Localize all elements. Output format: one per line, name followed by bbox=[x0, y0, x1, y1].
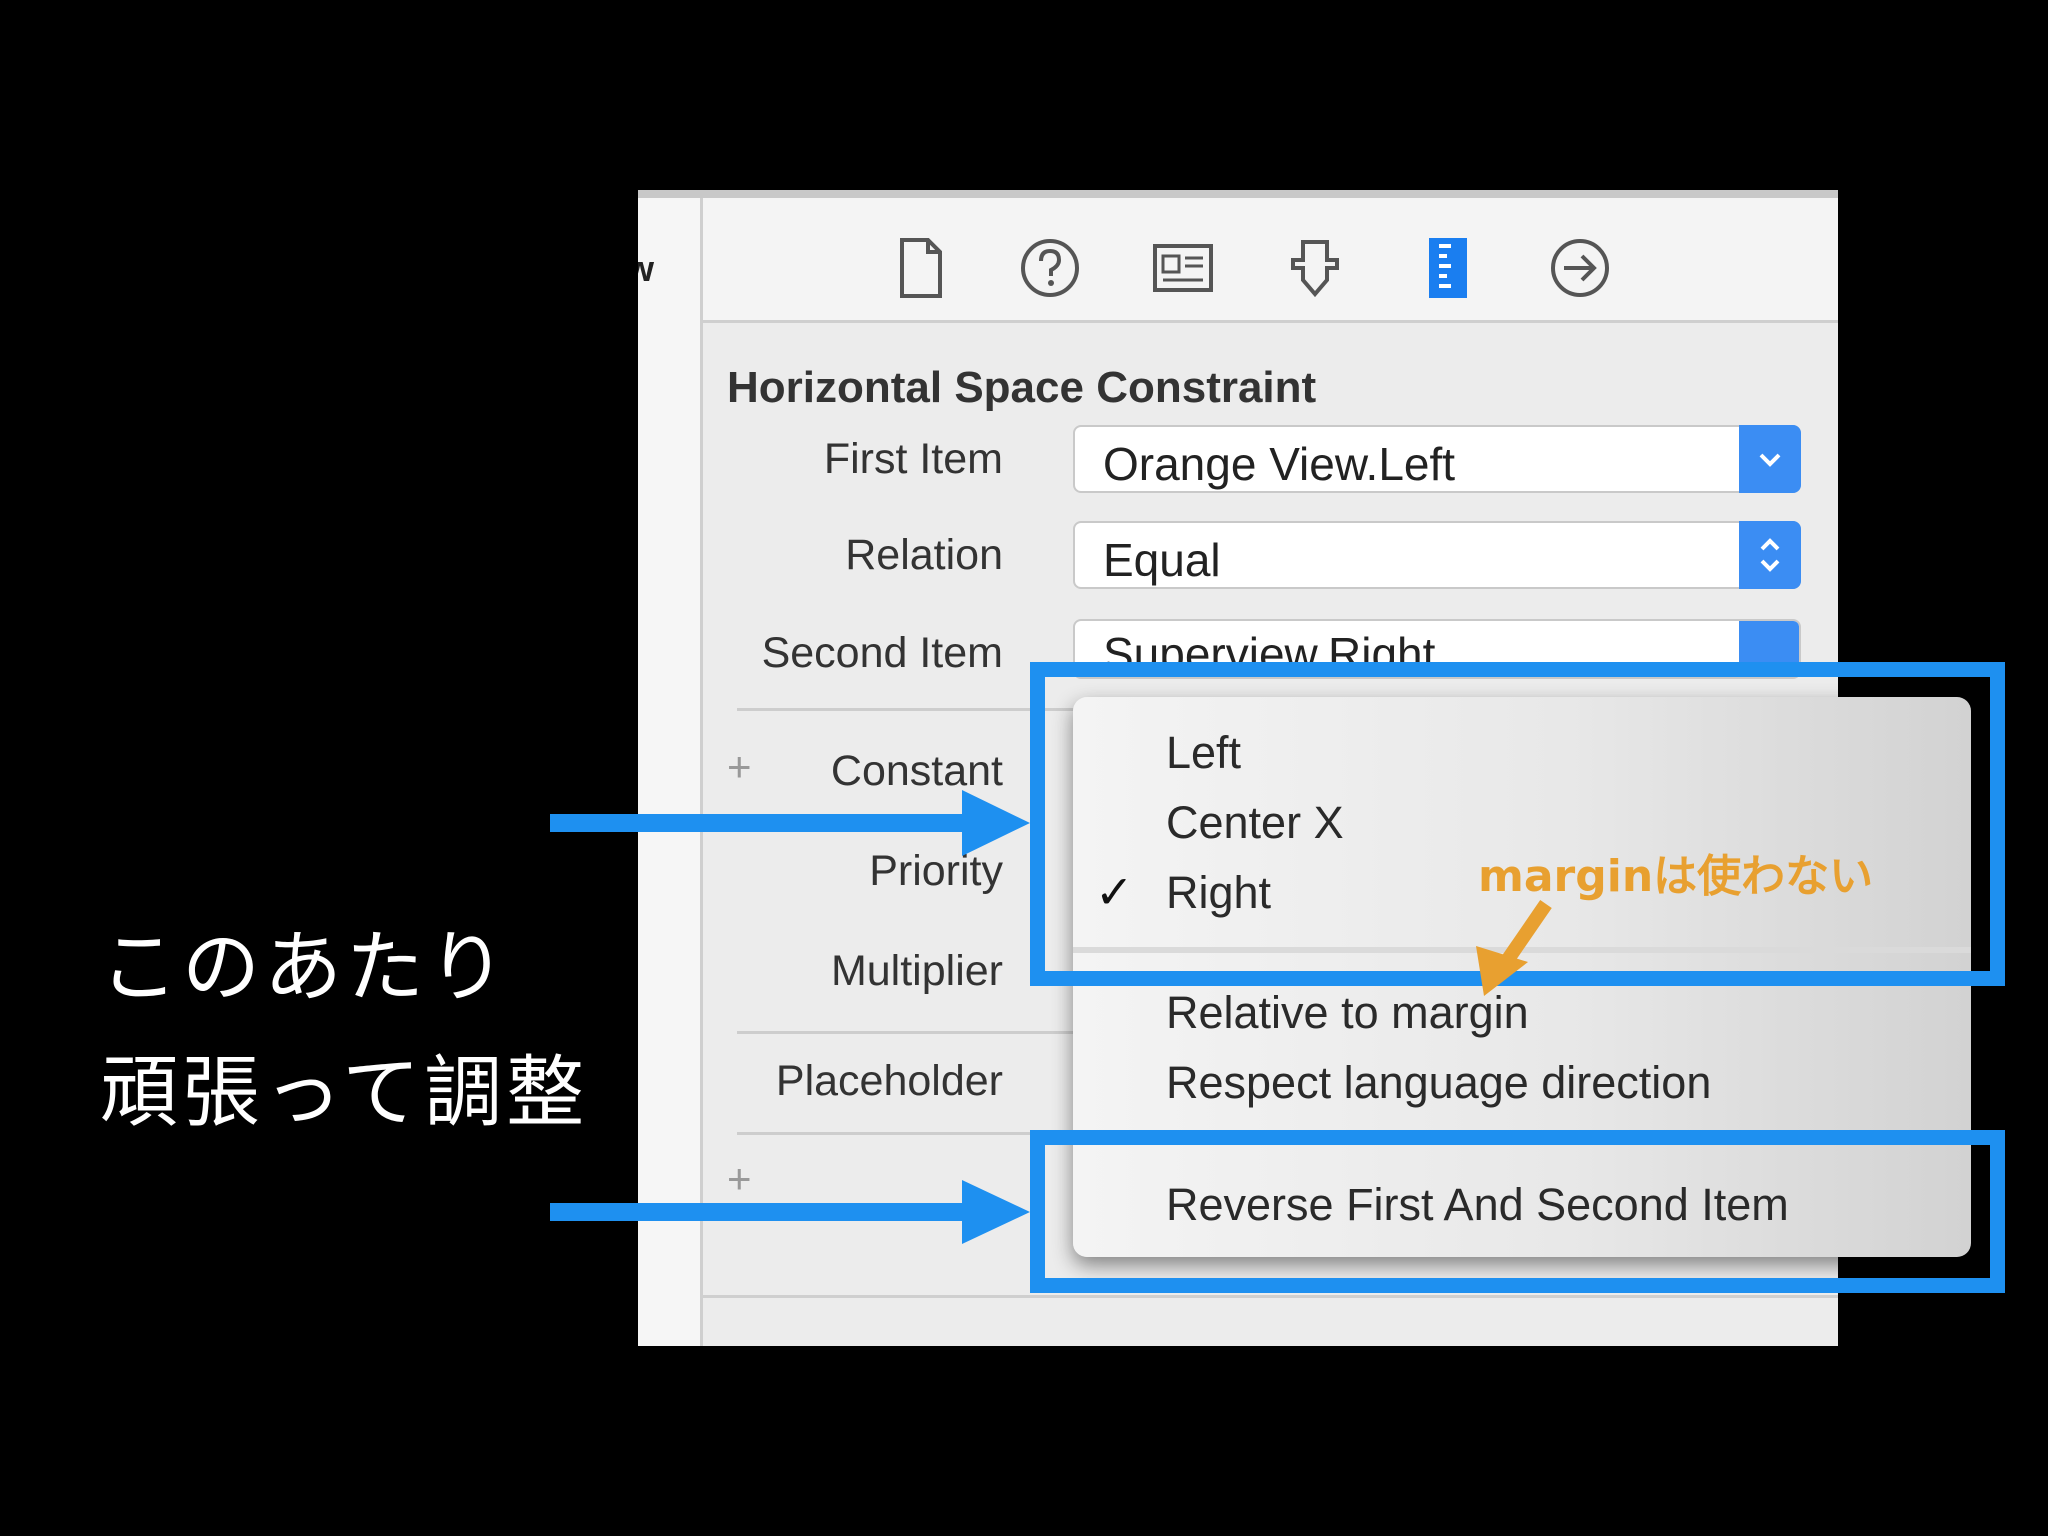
annotation-margin-note: marginは使わない bbox=[1478, 851, 1874, 902]
arrow-to-reverse-item bbox=[550, 1180, 1030, 1244]
arrow-to-anchor-items bbox=[550, 790, 1030, 856]
arrow-to-relative-to-margin bbox=[1476, 900, 1552, 996]
annotation-arrows bbox=[550, 790, 1552, 1244]
